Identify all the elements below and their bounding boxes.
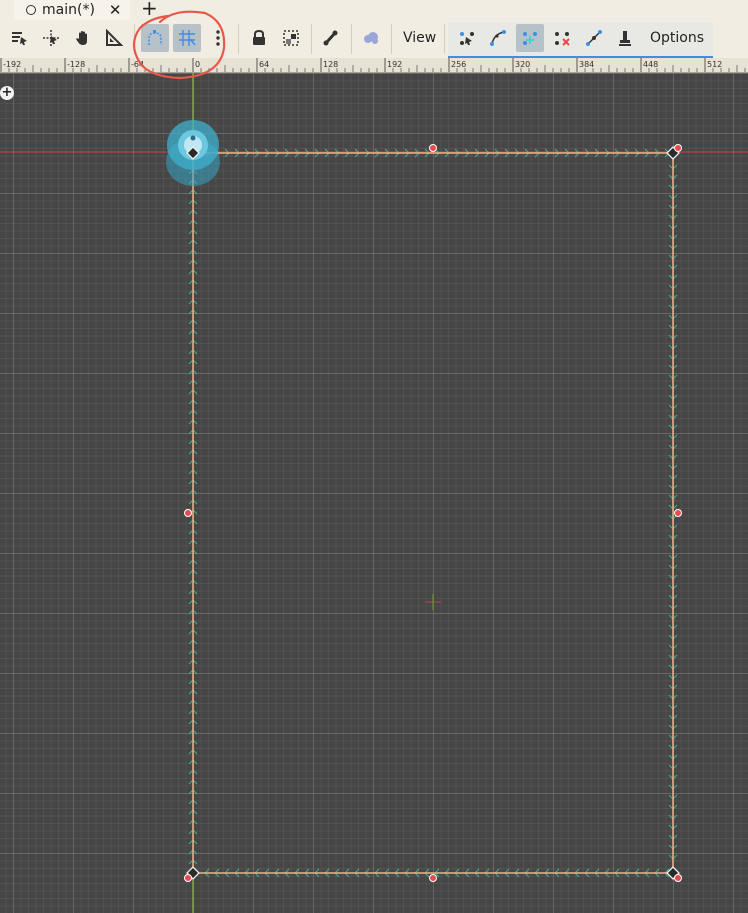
resize-handle[interactable] [674, 874, 682, 882]
canvas-overlay [0, 73, 748, 913]
resize-handle[interactable] [674, 509, 682, 517]
collision-polygon[interactable] [192, 152, 674, 874]
origin-pivot-gizmo[interactable] [166, 120, 220, 186]
center-crosshair [425, 594, 441, 610]
resize-handle[interactable] [674, 144, 682, 152]
resize-handle[interactable] [429, 874, 437, 882]
resize-handle[interactable] [429, 144, 437, 152]
polygon-edge-normals [188, 148, 678, 878]
resize-handle[interactable] [184, 509, 192, 517]
resize-handle[interactable] [184, 874, 192, 882]
normal-arrows [188, 148, 678, 878]
